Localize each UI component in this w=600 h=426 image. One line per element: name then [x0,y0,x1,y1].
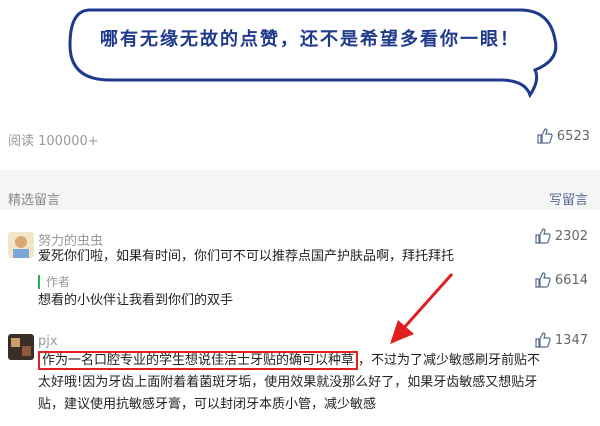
comment-like-button[interactable]: 1347 [535,332,588,348]
comment-text-line2: 太好哦!因为牙齿上面附着着菌斑牙垢，使用效果就没那么好了，如果牙齿敏感又想贴牙 [38,375,538,390]
banner-text: 哪有无缘无故的点赞，还不是希望多看你一眼！ [100,29,520,50]
comment-text: 爱死你们啦，如果有时间，你们可不可以推荐点国产护肤品啊，拜托拜托 [38,249,455,264]
reply-like-button[interactable]: 6614 [535,272,588,288]
comment-item: pjx 1347 作为一名口腔专业的学生想说佳洁士牙贴的确可以种草 ，不过为了减少… [0,332,600,426]
comment-nick: pjx [38,334,58,349]
avatar-icon [8,334,34,360]
author-reply-label: 作者 [38,275,70,289]
author-reply-text: 想看的小伙伴让我看到你们的双手 [38,293,234,308]
thumb-up-icon [535,332,551,348]
comment-text-line1-rest: ，不过为了减少敏感刷牙前贴不 [358,353,541,368]
comment-like-count: 2302 [554,228,588,244]
comment-text: 作为一名口腔专业的学生想说佳洁士牙贴的确可以种草 ，不过为了减少敏感刷牙前贴不 太… [38,350,588,416]
thumb-up-icon [537,128,553,144]
highlighted-text: 作为一名口腔专业的学生想说佳洁士牙贴的确可以种草 [38,351,359,370]
article-stats: 阅读 100000+ 6523 [8,128,590,150]
comments-header: 精选留言 写留言 [0,170,600,210]
comment-item: 努力的虫虫 2302 爱死你们啦，如果有时间，你们可不可以推荐点国产护肤品啊，拜… [0,228,600,318]
reply-like-count: 6614 [554,272,588,288]
promo-banner: 哪有无缘无故的点赞，还不是希望多看你一眼！ [0,0,600,100]
red-arrow-icon [390,273,454,344]
write-comment-link[interactable]: 写留言 [549,189,588,208]
comment-like-button[interactable]: 2302 [535,228,588,244]
article-like-count: 6523 [556,128,590,144]
comment-text-line3: 贴，建议使用抗敏感牙膏，可以封闭牙本质小管，减少敏感 [38,397,377,412]
thumb-up-icon [535,272,551,288]
thumb-up-icon [535,228,551,244]
avatar [8,334,34,360]
comments-title: 精选留言 [8,193,61,208]
read-count: 阅读 100000+ [8,134,99,149]
avatar [8,232,34,258]
comment-like-count: 1347 [554,332,588,348]
avatar-icon [8,232,34,258]
article-like-button[interactable]: 6523 [537,128,590,144]
